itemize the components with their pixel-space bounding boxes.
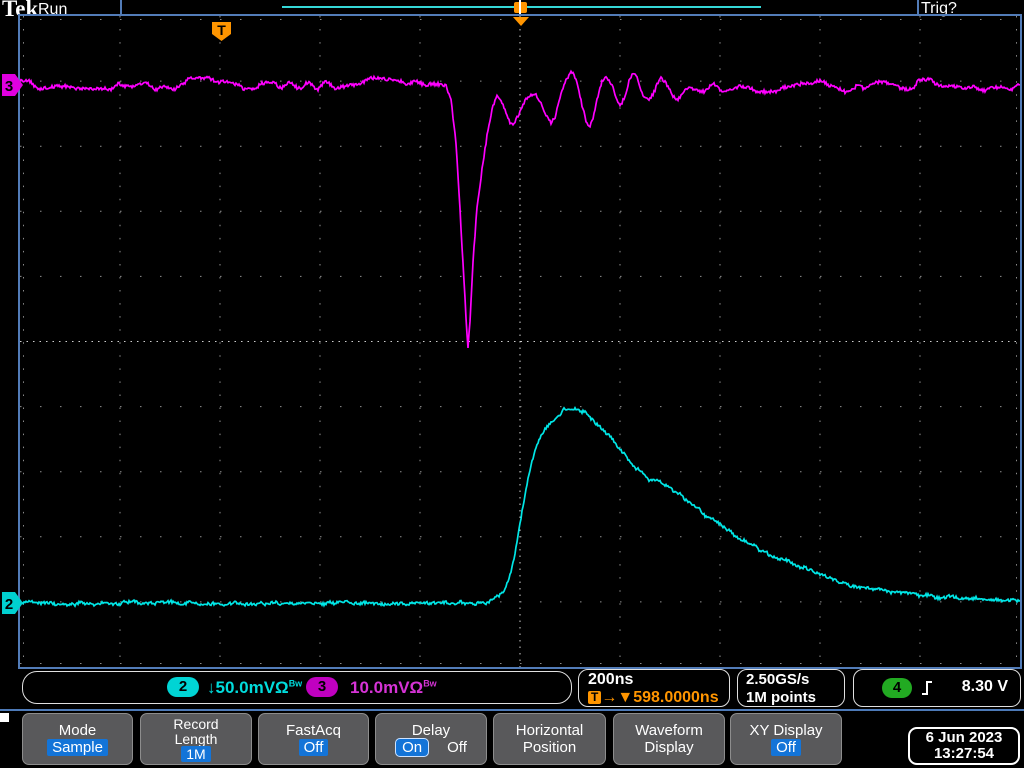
ch2-scale-value: 50.0mV	[215, 678, 276, 697]
menu-button-xy-display[interactable]: XY Display Off	[730, 713, 842, 765]
fastacq-value: Off	[298, 739, 329, 756]
delay-on-toggle[interactable]: On	[395, 738, 430, 757]
graticule-grid	[20, 16, 1020, 667]
oscilloscope-screen: { "header": { "logo": "Tek", "acq_status…	[0, 0, 1024, 768]
trigger-status: Trig?	[921, 0, 957, 17]
ch2-scale-readout: ↓50.0mVΩBw	[207, 678, 302, 698]
waveform-display-label: Waveform Display	[635, 722, 703, 756]
trace-CH3	[20, 69, 1020, 348]
tek-logo: Tek	[2, 0, 39, 21]
delay-readout: T →▼598.0000ns	[588, 689, 729, 707]
menu-button-record-length[interactable]: Record Length 1M	[140, 713, 252, 765]
delay-trigger-badge: T	[588, 691, 602, 704]
ch3-scale-value: 10.0mV	[350, 678, 410, 697]
record-length-readout: 1M points	[746, 689, 816, 706]
horizontal-position-label: Horizontal Position	[515, 722, 584, 756]
ch2-coupling-symbol: Ω	[275, 678, 289, 697]
ch3-coupling-symbol: Ω	[409, 678, 424, 697]
delay-off-toggle[interactable]: Off	[447, 739, 467, 756]
ch3-position-badge[interactable]: 3	[2, 74, 23, 96]
ch2-position-badge[interactable]: 2	[2, 592, 23, 614]
ch3-source-badge[interactable]: 3	[306, 677, 338, 697]
record-view-right-edge	[917, 0, 919, 15]
xy-display-label: XY Display	[749, 722, 823, 739]
xy-display-value: Off	[771, 739, 801, 756]
menu-button-waveform-display[interactable]: Waveform Display	[613, 713, 725, 765]
ch2-source-badge[interactable]: 2	[167, 677, 199, 697]
ch3-badge-label: 3	[5, 78, 13, 95]
menu-button-mode[interactable]: Mode Sample	[22, 713, 133, 765]
graticule-frame	[18, 14, 1022, 669]
corner-marker	[0, 713, 9, 722]
menu-button-delay[interactable]: Delay On Off	[375, 713, 487, 765]
ch3-bandwidth-flag: Bw	[423, 678, 437, 689]
waveform-traces	[20, 69, 1020, 608]
trigger-flag-icon	[212, 22, 231, 41]
record-view-trigger-line	[519, 0, 521, 14]
ch2-bandwidth-flag: Bw	[288, 678, 303, 689]
expansion-point-icon[interactable]	[513, 17, 529, 26]
record-length-label: Record Length	[173, 715, 219, 747]
trigger-readout-box[interactable]: 4 8.30 V	[853, 669, 1021, 707]
menu-button-fastacq[interactable]: FastAcq Off	[258, 713, 369, 765]
trigger-level-readout: 8.30 V	[961, 678, 1008, 695]
menu-button-horizontal-position[interactable]: Horizontal Position	[493, 713, 606, 765]
sample-rate-readout: 2.50GS/s	[746, 671, 810, 688]
datetime-box: 6 Jun 2023 13:27:54	[908, 727, 1020, 765]
ch3-badge-arrow-icon	[2, 74, 23, 96]
date-readout: 6 Jun 2023	[925, 729, 1003, 746]
menu-separator	[0, 709, 1024, 711]
channel-readout-box[interactable]: 2 ↓50.0mVΩBw 3 10.0mVΩBw	[22, 671, 572, 704]
ch3-scale-readout: 10.0mVΩBw	[350, 678, 437, 698]
trigger-time-badge[interactable]: T	[212, 22, 231, 41]
acquisition-status: Run	[38, 1, 68, 18]
ch2-invert-icon: ↓	[207, 678, 216, 697]
trigger-flag-label: T	[217, 22, 226, 38]
trigger-source-badge: 4	[882, 678, 912, 698]
trace-CH2	[20, 405, 1020, 608]
record-view-left-edge	[120, 0, 122, 15]
waveform-display: T 3 2	[2, 14, 1022, 669]
delay-label: Delay	[411, 722, 451, 739]
fastacq-label: FastAcq	[285, 722, 342, 739]
ch2-badge-arrow-icon	[2, 592, 23, 614]
timebase-readout: 200ns	[588, 671, 634, 688]
record-length-value: 1M	[181, 745, 211, 762]
ch2-badge-label: 2	[5, 596, 13, 613]
mode-label: Mode	[58, 722, 97, 739]
horizontal-readout-box[interactable]: 200ns T →▼598.0000ns	[578, 669, 730, 707]
delay-value: 598.0000ns	[633, 689, 719, 706]
acquisition-readout-box[interactable]: 2.50GS/s 1M points	[737, 669, 845, 707]
mode-value: Sample	[47, 739, 108, 756]
time-readout: 13:27:54	[933, 745, 995, 762]
delay-arrows-icon: →▼	[601, 689, 634, 706]
rising-edge-icon	[922, 681, 932, 695]
